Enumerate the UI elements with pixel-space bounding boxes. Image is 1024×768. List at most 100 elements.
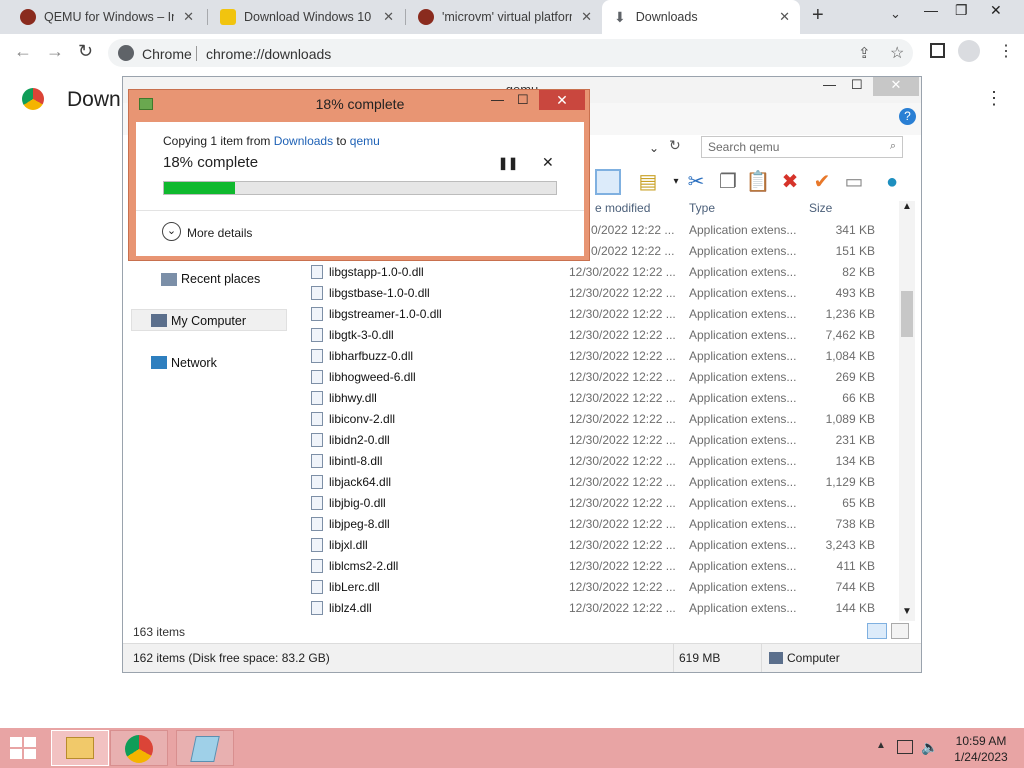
explorer-minimize-icon[interactable]: — (823, 77, 836, 92)
destination-folder-link[interactable]: qemu (350, 134, 380, 148)
maximize-icon[interactable]: ❐ (955, 2, 968, 19)
copy-icon[interactable]: ❐ (715, 169, 741, 195)
file-row[interactable]: libgstbase-1.0-0.dll 12/30/2022 12:22 ...… (309, 283, 875, 304)
file-date: 12/30/2022 12:22 ... (569, 349, 676, 363)
tab-title: 'microvm' virtual platform (442, 10, 572, 24)
clock-time[interactable]: 10:59 AM (948, 734, 1014, 748)
file-row[interactable]: libgstreamer-1.0-0.dll 12/30/2022 12:22 .… (309, 304, 875, 325)
file-row[interactable]: libhogweed-6.dll 12/30/2022 12:22 ... Appl… (309, 367, 875, 388)
file-type: Application extens... (689, 580, 797, 594)
pause-icon[interactable]: ❚❚ (498, 156, 518, 170)
reload-icon[interactable]: ↻ (78, 41, 93, 62)
taskbar-explorer-button[interactable] (51, 730, 109, 766)
explorer-search-input[interactable]: Search qemu ⌕ (701, 136, 903, 158)
tray-expand-icon[interactable]: ▲ (876, 740, 886, 751)
tab-close-icon[interactable]: ✕ (183, 9, 194, 25)
dialog-maximize-icon[interactable]: ☐ (517, 92, 529, 108)
properties-icon[interactable]: ▤ (635, 169, 661, 195)
more-details-link[interactable]: More details (187, 226, 252, 240)
file-row[interactable]: libidn2-0.dll 12/30/2022 12:22 ... Applica… (309, 430, 875, 451)
file-row[interactable]: libjbig-0.dll 12/30/2022 12:22 ... Applica… (309, 493, 875, 514)
file-list-scrollbar[interactable]: ▲ ▼ (899, 201, 915, 621)
file-row[interactable]: libintl-8.dll 12/30/2022 12:22 ... Applica… (309, 451, 875, 472)
file-row[interactable]: liblcms2-2.dll 12/30/2022 12:22 ... Applic… (309, 556, 875, 577)
nav-recent-places[interactable]: Recent places (181, 272, 260, 286)
dialog-minimize-icon[interactable]: — (491, 92, 504, 107)
file-name: libLerc.dll (329, 580, 380, 594)
windows-logo-icon (24, 749, 36, 759)
file-size: 134 KB (835, 454, 875, 468)
network-tray-icon[interactable] (897, 740, 913, 754)
profile-avatar-icon[interactable] (958, 40, 980, 62)
column-size[interactable]: Size (809, 201, 832, 215)
file-row[interactable]: libLerc.dll 12/30/2022 12:22 ... Applicati… (309, 577, 875, 598)
file-size: 269 KB (835, 370, 875, 384)
tab-search-chevron-icon[interactable]: ⌄ (890, 6, 901, 22)
dll-file-icon (311, 307, 323, 321)
new-tab-button[interactable]: + (812, 4, 824, 27)
side-panel-icon[interactable] (930, 43, 945, 58)
dialog-close-button[interactable]: ✕ (539, 90, 585, 110)
chrome-menu-icon[interactable]: ⋮ (998, 41, 1014, 61)
start-button[interactable] (10, 737, 38, 759)
tab-close-icon[interactable]: ✕ (779, 9, 790, 25)
downloads-menu-icon[interactable]: ⋮ (985, 88, 1003, 109)
nav-my-computer[interactable]: My Computer (171, 314, 246, 328)
forward-icon[interactable]: → (46, 41, 64, 62)
cut-icon[interactable]: ✂ (683, 169, 709, 195)
scroll-down-icon[interactable]: ▼ (902, 606, 912, 617)
tab-download-windows-10[interactable]: Download Windows 10 ( ✕ (208, 0, 404, 34)
explorer-close-button[interactable]: ✕ (873, 77, 919, 96)
expand-chevron-icon[interactable]: ⌄ (162, 222, 181, 241)
file-row[interactable]: libjpeg-8.dll 12/30/2022 12:22 ... Applica… (309, 514, 875, 535)
explorer-maximize-icon[interactable]: ☐ (851, 77, 863, 93)
computer-icon (151, 314, 167, 327)
scrollbar-thumb[interactable] (901, 291, 913, 337)
file-row[interactable]: libiconv-2.dll 12/30/2022 12:22 ... Applic… (309, 409, 875, 430)
source-folder-link[interactable]: Downloads (274, 134, 333, 148)
back-icon[interactable]: ← (14, 41, 32, 62)
address-dropdown-chevron-icon[interactable]: ⌄ (649, 141, 659, 155)
taskbar-chrome-button[interactable] (110, 730, 168, 766)
taskbar-app-button[interactable] (176, 730, 234, 766)
cancel-copy-icon[interactable]: ✕ (542, 154, 554, 171)
tab-close-icon[interactable]: ✕ (383, 9, 394, 25)
rename-icon[interactable]: ▭ (841, 169, 867, 195)
dll-file-icon (311, 580, 323, 594)
tab-downloads[interactable]: ⬇ Downloads ✕ (602, 0, 800, 34)
file-row[interactable]: libgtk-3-0.dll 12/30/2022 12:22 ... Applic… (309, 325, 875, 346)
column-type[interactable]: Type (689, 201, 715, 215)
file-row[interactable]: libharfbuzz-0.dll 12/30/2022 12:22 ... App… (309, 346, 875, 367)
copy-progress-bar (163, 181, 557, 195)
help-icon[interactable]: ? (899, 108, 916, 125)
tab-microvm[interactable]: 'microvm' virtual platform ✕ (406, 0, 602, 34)
address-refresh-icon[interactable]: ↻ (669, 137, 681, 154)
paste-icon[interactable]: 📋 (745, 169, 771, 195)
file-row[interactable]: libjack64.dll 12/30/2022 12:22 ... Applica… (309, 472, 875, 493)
scroll-up-icon[interactable]: ▲ (902, 201, 912, 212)
file-row[interactable]: libjxl.dll 12/30/2022 12:22 ... Applicatio… (309, 535, 875, 556)
close-window-icon[interactable]: ✕ (990, 2, 1002, 19)
column-date-modified[interactable]: e modified (595, 201, 650, 215)
file-date: 12/30/2022 12:22 ... (569, 601, 676, 615)
file-row[interactable]: liblz4.dll 12/30/2022 12:22 ... Applicatio… (309, 598, 875, 619)
share-icon[interactable]: ⇪ (858, 44, 871, 62)
large-icons-view-icon[interactable] (891, 623, 909, 639)
address-bar[interactable]: Chrome chrome://downloads ⇪ ☆ (108, 39, 913, 67)
delete-icon[interactable]: ✖ (777, 169, 803, 195)
file-name: libintl-8.dll (329, 454, 383, 468)
volume-icon[interactable]: 🔈 (921, 739, 938, 756)
clock-date[interactable]: 1/24/2023 (948, 750, 1014, 764)
tab-qemu-for-windows[interactable]: QEMU for Windows – Ins ✕ (8, 0, 204, 34)
tab-close-icon[interactable]: ✕ (581, 9, 592, 25)
file-row[interactable]: libhwy.dll 12/30/2022 12:22 ... Applicatio… (309, 388, 875, 409)
minimize-icon[interactable]: — (924, 2, 938, 18)
nav-network[interactable]: Network (171, 356, 217, 370)
details-view-icon[interactable] (867, 623, 887, 639)
bookmark-star-icon[interactable]: ☆ (890, 43, 904, 63)
file-row[interactable]: libgstapp-1.0-0.dll 12/30/2022 12:22 ... A… (309, 262, 875, 283)
check-icon[interactable]: ✔ (809, 169, 835, 195)
globe-icon[interactable]: ● (879, 169, 905, 195)
file-type: Application extens... (689, 328, 797, 342)
view-pane-icon[interactable] (595, 169, 621, 195)
